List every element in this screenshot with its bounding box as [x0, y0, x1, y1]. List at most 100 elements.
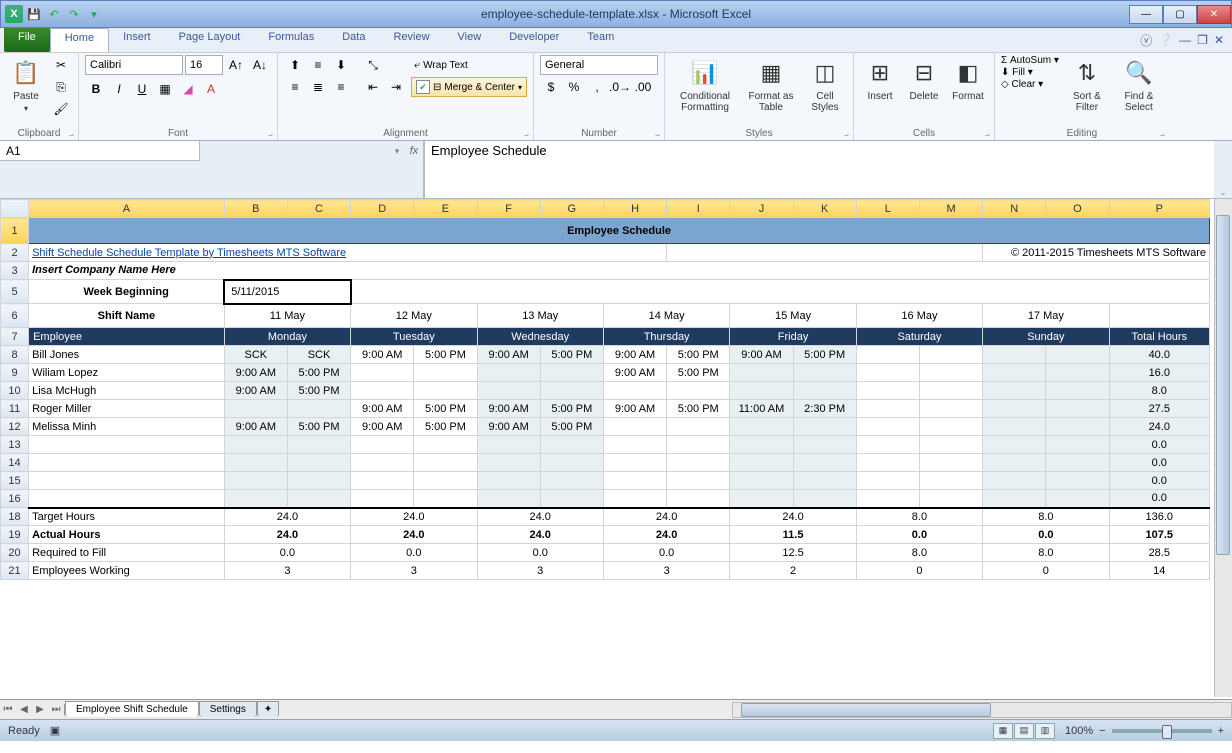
schedule-cell[interactable] [856, 472, 919, 490]
save-icon[interactable]: 💾 [25, 5, 43, 23]
schedule-cell[interactable] [793, 382, 856, 400]
schedule-cell[interactable]: 9:00 AM [351, 346, 414, 364]
sheet-nav-arrows[interactable]: ⏮◀▶⏭ [0, 704, 65, 715]
currency-icon[interactable]: $ [540, 77, 562, 97]
indent-increase-icon[interactable]: ⇥ [385, 77, 407, 97]
conditional-formatting-button[interactable]: 📊Conditional Formatting [671, 55, 739, 115]
schedule-cell[interactable] [287, 400, 350, 418]
schedule-cell[interactable] [603, 418, 666, 436]
schedule-cell[interactable] [667, 490, 730, 508]
summary-cell[interactable]: 0 [983, 562, 1109, 580]
schedule-cell[interactable] [224, 436, 287, 454]
schedule-cell[interactable] [1046, 400, 1109, 418]
employee-name-16[interactable] [29, 490, 225, 508]
schedule-cell[interactable] [414, 490, 477, 508]
schedule-cell[interactable]: 9:00 AM [351, 400, 414, 418]
schedule-cell[interactable] [983, 418, 1046, 436]
schedule-cell[interactable] [287, 454, 350, 472]
decrease-font-icon[interactable]: A↓ [249, 55, 271, 75]
schedule-cell[interactable] [477, 472, 540, 490]
employee-name-9[interactable]: Wiliam Lopez [29, 364, 225, 382]
schedule-cell[interactable] [919, 454, 982, 472]
zoom-slider[interactable] [1112, 729, 1212, 733]
schedule-cell[interactable] [414, 472, 477, 490]
schedule-cell[interactable] [919, 436, 982, 454]
schedule-cell[interactable]: SCK [287, 346, 350, 364]
name-box[interactable]: A1 [0, 141, 200, 161]
tab-page-layout[interactable]: Page Layout [165, 28, 255, 52]
sheet-tab-settings[interactable]: Settings [199, 701, 257, 717]
col-header-I[interactable]: I [667, 200, 730, 218]
schedule-cell[interactable] [856, 436, 919, 454]
summary-cell[interactable]: 24.0 [477, 526, 603, 544]
horizontal-scrollbar[interactable] [732, 702, 1232, 718]
summary-cell[interactable]: 0.0 [983, 526, 1109, 544]
find-select-button[interactable]: 🔍Find & Select [1115, 55, 1163, 115]
summary-cell[interactable]: 0.0 [856, 526, 982, 544]
schedule-cell[interactable] [414, 436, 477, 454]
tab-insert[interactable]: Insert [109, 28, 165, 52]
schedule-cell[interactable]: 5:00 PM [287, 382, 350, 400]
schedule-cell[interactable] [414, 382, 477, 400]
schedule-cell[interactable] [287, 472, 350, 490]
schedule-cell[interactable] [793, 364, 856, 382]
total-hours-16[interactable]: 0.0 [1109, 490, 1209, 508]
total-hours-8[interactable]: 40.0 [1109, 346, 1209, 364]
schedule-cell[interactable] [730, 418, 793, 436]
summary-cell[interactable]: 3 [603, 562, 729, 580]
schedule-cell[interactable]: 5:00 PM [287, 364, 350, 382]
decrease-decimal-icon[interactable]: .00 [632, 77, 654, 97]
redo-icon[interactable]: ↷ [65, 5, 83, 23]
select-all-cell[interactable] [1, 200, 29, 218]
schedule-cell[interactable] [477, 454, 540, 472]
summary-cell[interactable]: 11.5 [730, 526, 856, 544]
col-header-N[interactable]: N [983, 200, 1046, 218]
border-icon[interactable]: ▦ [154, 79, 176, 99]
schedule-cell[interactable] [730, 436, 793, 454]
schedule-cell[interactable]: 5:00 PM [414, 400, 477, 418]
font-size-select[interactable] [185, 55, 223, 75]
merge-center-button[interactable]: ✔ ⊟ Merge & Center ▾ [411, 77, 527, 97]
align-bottom-icon[interactable]: ⬇ [330, 55, 352, 75]
col-header-E[interactable]: E [414, 200, 477, 218]
schedule-cell[interactable] [414, 454, 477, 472]
new-sheet-icon[interactable]: ✦ [257, 701, 279, 717]
schedule-cell[interactable]: 5:00 PM [540, 346, 603, 364]
page-break-view-icon[interactable]: ▥ [1035, 723, 1055, 739]
increase-decimal-icon[interactable]: .0→ [609, 77, 631, 97]
schedule-cell[interactable]: 5:00 PM [667, 364, 730, 382]
vertical-scrollbar[interactable] [1214, 199, 1232, 697]
banner-cell[interactable]: Employee Schedule [29, 218, 1210, 244]
schedule-cell[interactable] [983, 454, 1046, 472]
schedule-cell[interactable] [540, 490, 603, 508]
schedule-cell[interactable] [919, 364, 982, 382]
schedule-cell[interactable] [856, 454, 919, 472]
font-color-icon[interactable]: A [200, 79, 222, 99]
summary-total-20[interactable]: 28.5 [1109, 544, 1209, 562]
schedule-cell[interactable] [1046, 418, 1109, 436]
summary-cell[interactable]: 0.0 [351, 544, 477, 562]
spreadsheet-grid[interactable]: ABCDEFGHIJKLMNOP1Employee Schedule2Shift… [0, 199, 1232, 699]
schedule-cell[interactable] [603, 454, 666, 472]
underline-button[interactable]: U [131, 79, 153, 99]
align-right-icon[interactable]: ≡ [330, 77, 352, 97]
schedule-cell[interactable] [477, 490, 540, 508]
normal-view-icon[interactable]: ▦ [993, 723, 1013, 739]
schedule-cell[interactable]: 9:00 AM [603, 400, 666, 418]
align-left-icon[interactable]: ≡ [284, 77, 306, 97]
italic-button[interactable]: I [108, 79, 130, 99]
schedule-cell[interactable] [1046, 454, 1109, 472]
col-header-C[interactable]: C [287, 200, 350, 218]
cell-styles-button[interactable]: ◫Cell Styles [803, 55, 847, 115]
schedule-cell[interactable] [983, 364, 1046, 382]
schedule-cell[interactable] [983, 400, 1046, 418]
summary-cell[interactable]: 8.0 [856, 508, 982, 526]
schedule-cell[interactable] [983, 382, 1046, 400]
row-header-2[interactable]: 2 [1, 244, 29, 262]
schedule-cell[interactable]: 9:00 AM [224, 418, 287, 436]
schedule-cell[interactable] [603, 382, 666, 400]
schedule-cell[interactable] [224, 472, 287, 490]
fill-button[interactable]: ⬇ Fill ▾ [1001, 67, 1059, 78]
summary-cell[interactable]: 24.0 [351, 508, 477, 526]
summary-total-21[interactable]: 14 [1109, 562, 1209, 580]
